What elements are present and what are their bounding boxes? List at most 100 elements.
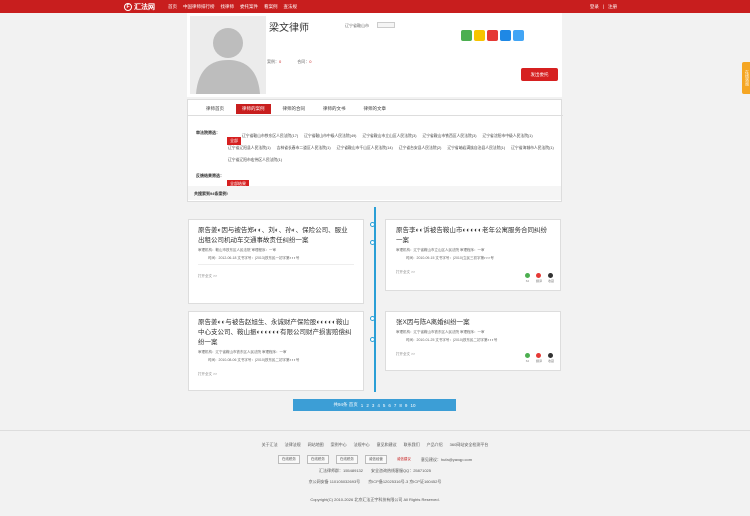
open-full-text-link[interactable]: 打开全文 >> [198, 372, 354, 377]
open-full-text-link[interactable]: 打开全文 >> [198, 274, 354, 279]
case-title[interactable]: 原告姜◐因与被告郑◐◐、刘◐、孙◐、保险公司、服业出租公司机动车交通事故责任纠纷… [198, 226, 354, 246]
footer-link[interactable]: 法规中心 [354, 442, 370, 448]
case-count[interactable]: 案例：0 [267, 59, 281, 65]
nav-item-laws[interactable]: 查法规 [284, 4, 298, 10]
court-option[interactable]: 吉林省长春市二道区人民法院(1) [277, 142, 331, 154]
footer-link[interactable]: 法律法规 [285, 442, 301, 448]
case-filter-panel: 律师首页 律师的案例 律师的合同 律师的文书 律师的文章 审法院筛选： 全部 辽… [187, 99, 563, 202]
qq-action[interactable]: 62 [524, 273, 530, 283]
translate-icon [536, 353, 542, 358]
certification-badge[interactable]: 诚信经营 [364, 455, 387, 464]
case-title[interactable]: 原告李◐◐诉被告鞍山市◐◐◐◐◐老年公寓服务合同纠纷一案 [396, 226, 550, 246]
court-option[interactable]: 辽宁省鞍山市立山区人民法院(3) [362, 130, 416, 142]
page-link[interactable]: 7 [394, 403, 397, 408]
case-meta: 时间：2010-08-06 文书字号：(2010)铁东民二初字第◐◐◐号 [208, 358, 300, 362]
page-link[interactable]: 6 [388, 403, 391, 408]
timeline-node [370, 316, 375, 321]
logo[interactable]: F 汇法网 [124, 2, 155, 12]
tab-documents[interactable]: 律师的文书 [317, 104, 352, 114]
favorite-action[interactable]: 收藏 [548, 353, 554, 363]
login-link[interactable]: 登录 [590, 4, 599, 10]
nav-item-cases[interactable]: 看案例 [264, 4, 278, 10]
verdict-filter-label: 反馈结果筛选： [196, 173, 224, 178]
auth-links: 登录 | 注册 [589, 4, 617, 10]
court-option[interactable]: 辽宁省沈阳市中级人民法院(1) [482, 130, 532, 142]
case-card[interactable]: 原告姜◐因与被告郑◐◐、刘◐、孙◐、保险公司、服业出租公司机动车交通事故责任纠纷… [188, 219, 364, 304]
nav-item-home[interactable]: 首页 [168, 4, 177, 10]
entrust-button[interactable]: 发出委托 [521, 68, 558, 81]
page-link[interactable]: 8 [399, 403, 402, 408]
translate-action[interactable]: 翻译 [536, 273, 542, 283]
page-link[interactable]: 10 [410, 403, 415, 408]
copyright: Copyright(C) 2010-2026 北京汇法正宇科技有限公司 All … [310, 497, 440, 502]
online-consult-tab[interactable]: 在线咨询 [742, 62, 750, 94]
page-link[interactable]: 2 [366, 403, 369, 408]
timeline-node [370, 222, 375, 227]
tab-contracts[interactable]: 律师的合同 [277, 104, 312, 114]
court-option[interactable]: 辽宁省辽阳县人民法院(1) [228, 142, 271, 154]
footer-link[interactable]: 网站地图 [308, 442, 324, 448]
court-option[interactable]: 辽宁省鞍山市铁西区人民法院(3) [422, 130, 476, 142]
translate-action[interactable]: 翻译 [536, 353, 542, 363]
court-list: 辽宁省鞍山市铁东区人民法院(17) 辽宁省鞍山市中级人民法院(49) 辽宁省鞍山… [228, 130, 558, 166]
nav-item-lawyer-ranking[interactable]: 中国律师排行榜 [183, 4, 215, 10]
tab-home[interactable]: 律师首页 [200, 104, 230, 114]
renren-share-icon[interactable] [500, 30, 511, 41]
case-title[interactable]: 张X因与陈A离婚纠纷一案 [396, 318, 550, 328]
footer-link[interactable]: 产品介绍 [427, 442, 443, 448]
result-total: 共搜索到94条案例! [188, 186, 561, 200]
page-link[interactable]: 4 [377, 403, 380, 408]
case-card[interactable]: 原告李◐◐诉被告鞍山市◐◐◐◐◐老年公寓服务合同纠纷一案 审理机构：辽宁省鞍山市… [385, 219, 561, 291]
region-tag [377, 22, 395, 28]
favorite-action[interactable]: 收藏 [548, 273, 554, 283]
qq-icon [524, 273, 530, 278]
qzone-share-icon[interactable] [474, 30, 485, 41]
page-link[interactable]: 9 [405, 403, 408, 408]
avatar-placeholder-icon [196, 28, 260, 94]
translate-icon [536, 273, 542, 278]
qq-action[interactable]: 62 [524, 353, 530, 363]
case-court: 审理机构：辽宁省鞍山市铁东区人民法院 审理程序：一审 [396, 330, 485, 334]
footer-link[interactable]: 案例中心 [331, 442, 347, 448]
court-option[interactable]: 辽宁省海城市人民法院(1) [511, 142, 554, 154]
lawyer-region: 辽宁省鞍山市 [345, 23, 369, 28]
register-link[interactable]: 注册 [608, 4, 617, 10]
certification-badge[interactable]: 在线税务 [335, 455, 358, 464]
court-option[interactable]: 辽宁省岫岩满族自治县人民法院(1) [447, 142, 505, 154]
tab-cases[interactable]: 律师的案例 [236, 104, 271, 114]
court-option[interactable]: 辽宁省鞍山市中级人民法院(49) [304, 130, 356, 142]
court-option[interactable]: 辽宁省辽阳市宏伟区人民法院(1) [228, 154, 282, 166]
court-option[interactable]: 辽宁省鞍山市铁东区人民法院(17) [242, 130, 298, 142]
main-nav: 首页 中国律师排行榜 找律师 委托案件 看案例 查法规 [168, 4, 297, 10]
weibo-share-icon[interactable] [487, 30, 498, 41]
footer-link[interactable]: 联系我们 [404, 442, 420, 448]
nav-item-entrust-case[interactable]: 委托案件 [240, 4, 258, 10]
case-court: 审理机构：鞍山市铁东区人民法院 审理程序：一审 [198, 248, 276, 252]
profile-stats: 案例：0 合同：0 [267, 59, 311, 65]
page-link[interactable]: 1 [361, 403, 364, 408]
case-title[interactable]: 原告姜◐◐与被告赵旭生、永诚财产保险股◐◐◐◐◐鞍山中心支公司、鞍山振◐◐◐◐◐… [198, 318, 354, 348]
case-court: 审理机构：辽宁省鞍山市铁东区人民法院 审理程序：一审 [198, 350, 287, 354]
feedback-link[interactable]: 诚信建议 [394, 455, 414, 464]
footer-link[interactable]: 360网站安全检测平台 [450, 442, 489, 448]
wechat-share-icon[interactable] [461, 30, 472, 41]
footer-link[interactable]: 意见和建议 [377, 442, 397, 448]
footer-line: 汇法律师群：155489132 安全咨询热线客服QQ：25871025 [318, 468, 432, 473]
feedback-email: 意见建议：hufa@yaxqp.com [420, 456, 473, 462]
case-card[interactable]: 原告姜◐◐与被告赵旭生、永诚财产保险股◐◐◐◐◐鞍山中心支公司、鞍山振◐◐◐◐◐… [188, 311, 364, 391]
tab-articles[interactable]: 律师的文章 [358, 104, 393, 114]
certification-badge[interactable]: 在线税务 [306, 455, 329, 464]
footer-link[interactable]: 关于汇法 [262, 442, 278, 448]
certification-badge[interactable]: 在线税务 [277, 455, 300, 464]
logo-text: 汇法网 [134, 4, 155, 11]
contract-count[interactable]: 合同：0 [297, 59, 311, 65]
court-option[interactable]: 辽宁省鞍山市千山区人民法院(14) [337, 142, 393, 154]
nav-item-find-lawyer[interactable]: 找律师 [221, 4, 235, 10]
pagination: 共94条 首页 1 2 3 4 5 6 7 8 9 10 [293, 399, 456, 411]
court-option[interactable]: 辽宁省台安县人民法院(2) [399, 142, 442, 154]
pager-summary[interactable]: 共94条 首页 [334, 402, 358, 408]
page-link[interactable]: 3 [372, 403, 375, 408]
case-card[interactable]: 张X因与陈A离婚纠纷一案 审理机构：辽宁省鞍山市铁东区人民法院 审理程序：一审 … [385, 311, 561, 371]
page-link[interactable]: 5 [383, 403, 386, 408]
more-share-icon[interactable] [513, 30, 524, 41]
